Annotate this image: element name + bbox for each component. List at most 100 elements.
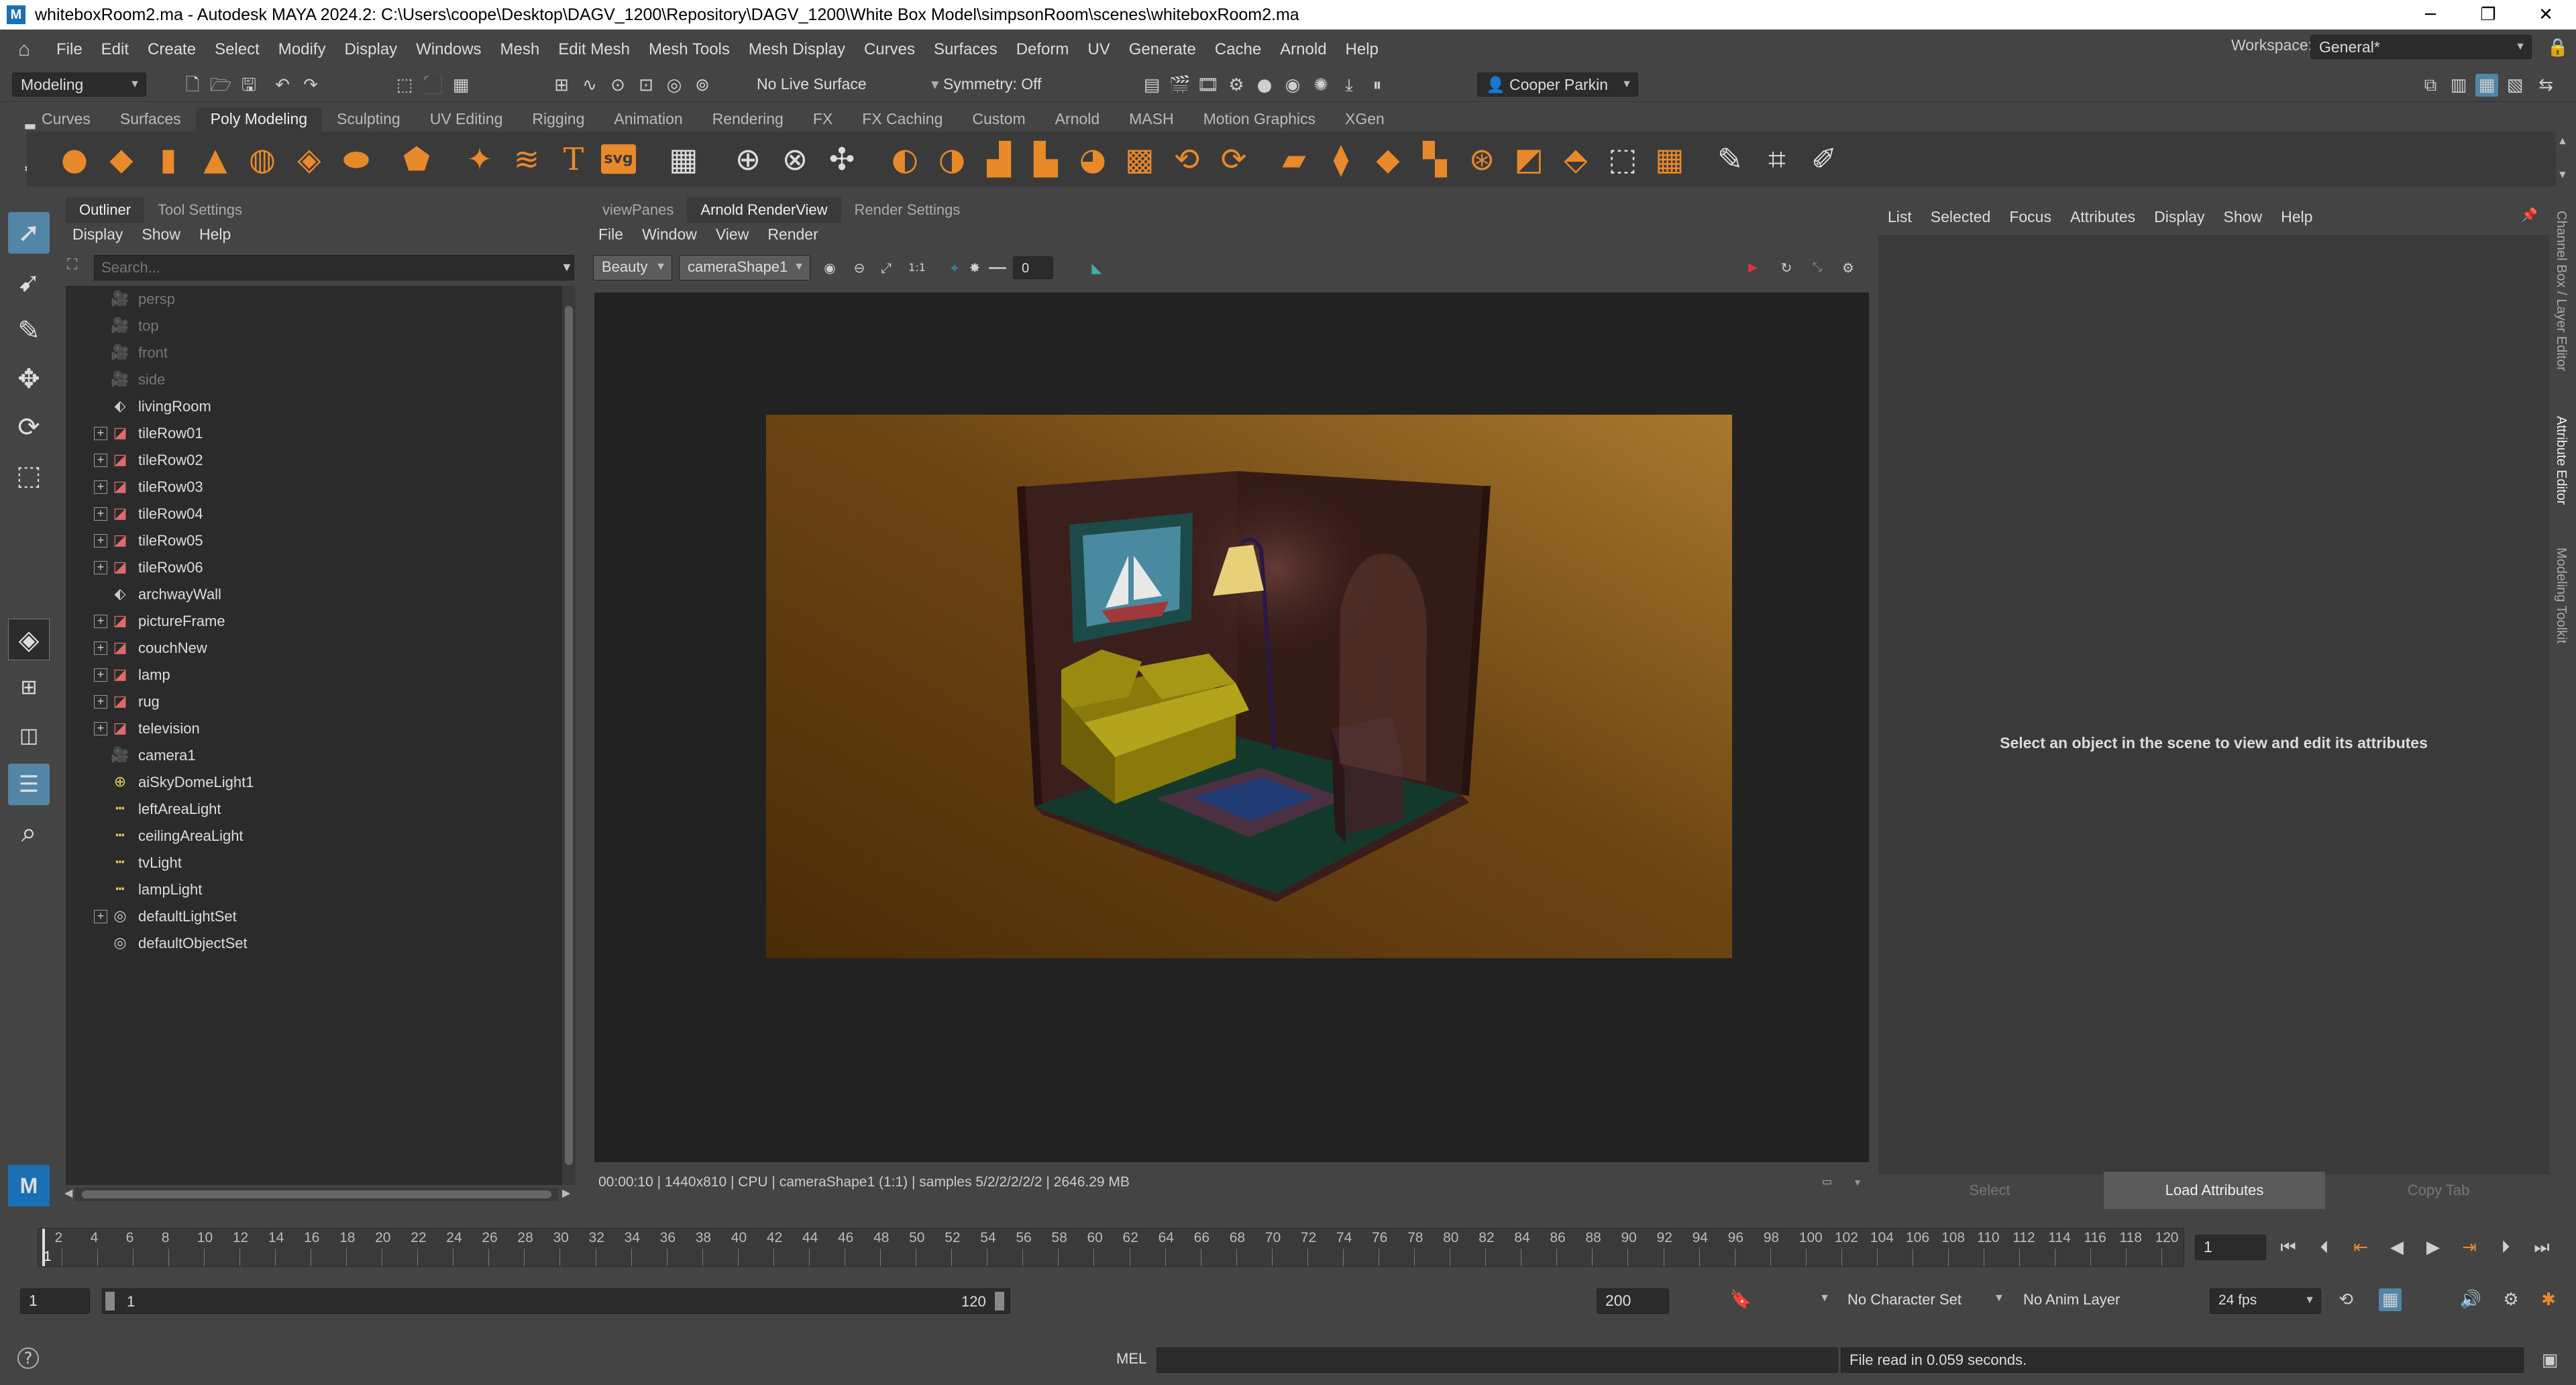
outliner-row-tileRow02[interactable]: + ◪ tileRow02 xyxy=(66,447,562,474)
snapshot-icon[interactable]: ◣ xyxy=(1085,256,1108,279)
bridge-icon[interactable]: ▙ xyxy=(1026,140,1065,178)
snap-curve-icon[interactable]: ∿ xyxy=(578,74,601,97)
outliner-row-tileRow05[interactable]: + ◪ tileRow05 xyxy=(66,527,562,554)
shelf-tab-arnold[interactable]: Arnold xyxy=(1040,107,1114,132)
shelf-tab-fx-caching[interactable]: FX Caching xyxy=(847,107,957,132)
step-forward-key-icon[interactable]: ⇥ xyxy=(2458,1236,2481,1259)
outliner-search-input[interactable] xyxy=(94,255,574,280)
quad-draw-icon[interactable]: ⬚ xyxy=(1603,140,1642,178)
chevron-down-icon[interactable]: ▼ xyxy=(561,260,573,274)
expand-icon[interactable]: + xyxy=(94,427,107,440)
menu-mesh-tools[interactable]: Mesh Tools xyxy=(639,40,739,59)
outliner-vertical-scrollbar[interactable] xyxy=(562,286,576,1185)
select-button[interactable]: Select xyxy=(1880,1172,2100,1209)
shelf-tab-surfaces[interactable]: Surfaces xyxy=(105,107,196,132)
menuset-dropdown[interactable]: Modeling ▼ xyxy=(12,72,146,97)
outliner-row-side[interactable]: 🎥 side xyxy=(66,366,562,393)
outliner-row-persp[interactable]: 🎥 persp xyxy=(66,286,562,313)
extract-icon[interactable]: ▟ xyxy=(979,140,1018,178)
search-icon[interactable]: ⌕ xyxy=(8,812,50,854)
current-frame-field[interactable]: 1 xyxy=(2195,1235,2266,1260)
shelf-tab-custom[interactable]: Custom xyxy=(957,107,1040,132)
expand-icon[interactable]: + xyxy=(94,615,107,628)
snap-grid-icon[interactable]: ⊞ xyxy=(550,74,573,97)
platonic-solid-icon[interactable]: ⬟ xyxy=(397,140,436,178)
animation-end-field[interactable]: 200 xyxy=(1597,1288,1669,1314)
menu-surfaces[interactable]: Surfaces xyxy=(924,40,1007,59)
scrollbar-thumb[interactable] xyxy=(565,306,573,1165)
render-settings-icon[interactable]: ⚙ xyxy=(1225,74,1248,97)
fill-hole-icon[interactable]: ◕ xyxy=(1073,140,1112,178)
menu-edit[interactable]: Edit xyxy=(92,40,138,59)
menu-generate[interactable]: Generate xyxy=(1120,40,1205,59)
step-forward-frame-icon[interactable]: ⏵ xyxy=(2494,1236,2517,1259)
render-menu-window[interactable]: Window xyxy=(633,225,706,244)
minimize-icon[interactable]: ─ xyxy=(2402,0,2459,30)
camera-dropdown[interactable]: cameraShape1 ▼ xyxy=(679,255,810,280)
menu-modify[interactable]: Modify xyxy=(269,40,335,59)
playback-options-icon[interactable]: ✱ xyxy=(2537,1288,2560,1311)
snap-surface-icon[interactable]: ◎ xyxy=(663,74,686,97)
open-scene-icon[interactable]: 🗁 xyxy=(209,74,232,97)
shelf-tab-xgen[interactable]: XGen xyxy=(1330,107,1399,132)
outliner-row-top[interactable]: 🎥 top xyxy=(66,313,562,340)
outliner-row-tileRow04[interactable]: + ◪ tileRow04 xyxy=(66,501,562,527)
cache-playback-icon[interactable]: ▦ xyxy=(2379,1288,2402,1311)
single-perspective-view-icon[interactable]: ◈ xyxy=(8,619,50,660)
flush-cache-icon[interactable]: ⤓ xyxy=(1338,74,1360,97)
chevron-down-icon[interactable]: ▼ xyxy=(1853,1169,1862,1196)
step-back-frame-icon[interactable]: ⏴ xyxy=(2313,1236,2336,1259)
play-forwards-icon[interactable]: ▶ xyxy=(2422,1236,2445,1259)
expand-icon[interactable]: + xyxy=(94,454,107,467)
lock-icon[interactable]: 🔒 xyxy=(2546,36,2569,59)
outliner-row-tileRow01[interactable]: + ◪ tileRow01 xyxy=(66,420,562,447)
uv-editor-icon[interactable]: ✐ xyxy=(1805,140,1843,178)
outliner-row-rug[interactable]: + ◪ rug xyxy=(66,688,562,715)
poly-sphere-icon[interactable]: ● xyxy=(55,140,94,178)
crop-region-icon[interactable]: ⌖ xyxy=(943,256,966,279)
play-backwards-icon[interactable]: ◀ xyxy=(2385,1236,2408,1259)
expand-icon[interactable]: + xyxy=(94,722,107,735)
sound-icon[interactable]: 🔊 xyxy=(2459,1288,2482,1311)
menu-mesh-display[interactable]: Mesh Display xyxy=(739,40,855,59)
range-end-handle[interactable] xyxy=(995,1292,1004,1311)
workspace-dropdown[interactable]: General* ▼ xyxy=(2310,35,2532,59)
toggle-sidebar-icon[interactable]: ⇆ xyxy=(2534,74,2557,97)
real-size-icon[interactable]: 1:1 xyxy=(906,256,928,279)
sweep-mesh-icon[interactable]: ≋ xyxy=(507,140,546,178)
help-icon[interactable]: ? xyxy=(17,1347,39,1369)
scroll-left-icon[interactable]: ◀ xyxy=(64,1186,72,1200)
outliner-row-front[interactable]: 🎥 front xyxy=(66,340,562,366)
status-toggle-icon[interactable]: ▭ xyxy=(1822,1169,1832,1196)
tab-render-settings[interactable]: Render Settings xyxy=(841,197,974,223)
outliner-row-lamp[interactable]: + ◪ lamp xyxy=(66,662,562,688)
tab-outliner[interactable]: Outliner xyxy=(66,197,145,223)
shelf-tab-sculpting[interactable]: Sculpting xyxy=(322,107,415,132)
hypershade-icon[interactable]: ● xyxy=(1253,74,1276,97)
shelf-tab-motion-graphics[interactable]: Motion Graphics xyxy=(1189,107,1330,132)
select-tool-icon[interactable]: ➚ xyxy=(8,212,50,254)
shelf-tab-mash[interactable]: MASH xyxy=(1114,107,1188,132)
shelf-tab-curves[interactable]: Curves xyxy=(27,107,105,132)
ae-menu-focus[interactable]: Focus xyxy=(2000,208,2061,226)
symmetry-dropdown[interactable]: ▾ Symmetry: Off xyxy=(923,72,1097,97)
shelf-tab-poly-modeling[interactable]: Poly Modeling xyxy=(195,107,323,132)
render-settings-gear-icon[interactable]: ⚙ xyxy=(1837,256,1860,279)
menu-help[interactable]: Help xyxy=(1336,40,1388,59)
scrollbar-thumb[interactable] xyxy=(82,1190,551,1198)
aov-dropdown[interactable]: Beauty ▼ xyxy=(593,255,672,280)
outliner-layout-icon[interactable]: ☰ xyxy=(8,764,50,805)
ae-menu-attributes[interactable]: Attributes xyxy=(2061,208,2145,226)
menu-arnold[interactable]: Arnold xyxy=(1271,40,1336,59)
bridge-faces-icon[interactable]: ◆ xyxy=(1368,140,1407,178)
ae-menu-help[interactable]: Help xyxy=(2271,208,2322,226)
display-alpha-icon[interactable]: ⊖ xyxy=(848,256,871,279)
menu-curves[interactable]: Curves xyxy=(855,40,924,59)
outliner-row-livingRoom[interactable]: ⬖ livingRoom xyxy=(66,393,562,420)
rotate-tool-icon[interactable]: ⟳ xyxy=(8,407,50,448)
poly-torus-icon[interactable]: ◍ xyxy=(243,140,282,178)
snap-live-icon[interactable]: ⊚ xyxy=(691,74,714,97)
exposure-field[interactable]: 0 xyxy=(1013,256,1053,279)
shelf-scroll-down-icon[interactable]: ▼ xyxy=(2557,169,2568,181)
outliner-row-tileRow03[interactable]: + ◪ tileRow03 xyxy=(66,474,562,501)
